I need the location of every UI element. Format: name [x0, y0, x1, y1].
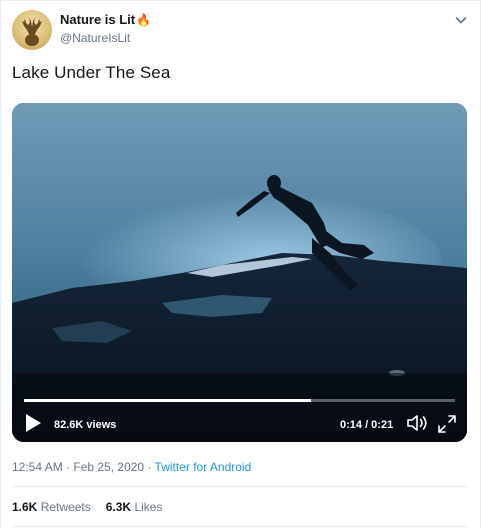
avatar[interactable] — [12, 10, 52, 50]
timestamp[interactable]: 12:54 AM · Feb 25, 2020 — [12, 460, 144, 474]
progress-bar[interactable] — [24, 399, 455, 402]
video-player[interactable]: 82.6K views 0:14 / 0:21 — [12, 103, 467, 442]
source-link[interactable]: Twitter for Android — [155, 460, 252, 474]
video-time: 0:14 / 0:21 — [340, 419, 394, 431]
chevron-down-icon[interactable] — [453, 12, 469, 28]
video-controls: 82.6K views 0:14 / 0:21 — [12, 409, 467, 442]
meta-separator: · — [144, 460, 155, 474]
author-name-row[interactable]: Nature is Lit 🔥 — [60, 12, 151, 27]
volume-muted-icon[interactable] — [405, 411, 431, 435]
retweets-stat[interactable]: 1.6K Retweets — [12, 500, 91, 514]
tweet-stats: 1.6K Retweets 6.3K Likes — [12, 500, 162, 514]
retweets-count: 1.6K — [12, 500, 38, 514]
retweets-label: Retweets — [40, 500, 91, 514]
fire-emoji-icon: 🔥 — [136, 12, 152, 27]
author-handle[interactable]: @NatureIsLit — [60, 31, 130, 45]
play-icon[interactable] — [24, 413, 42, 433]
display-name[interactable]: Nature is Lit — [60, 12, 135, 27]
view-count: 82.6K views — [54, 419, 117, 431]
likes-stat[interactable]: 6.3K Likes — [106, 500, 163, 514]
divider — [12, 486, 467, 487]
progress-fill — [24, 399, 312, 402]
tweet-meta: 12:54 AM · Feb 25, 2020 · Twitter for An… — [12, 460, 251, 474]
deer-icon — [22, 18, 42, 46]
fullscreen-icon[interactable] — [436, 413, 458, 435]
likes-count: 6.3K — [105, 500, 132, 514]
divider — [12, 526, 467, 527]
tweet-text: Lake Under The Sea — [12, 63, 171, 82]
likes-label: Likes — [134, 500, 163, 514]
video-frame — [12, 103, 467, 442]
